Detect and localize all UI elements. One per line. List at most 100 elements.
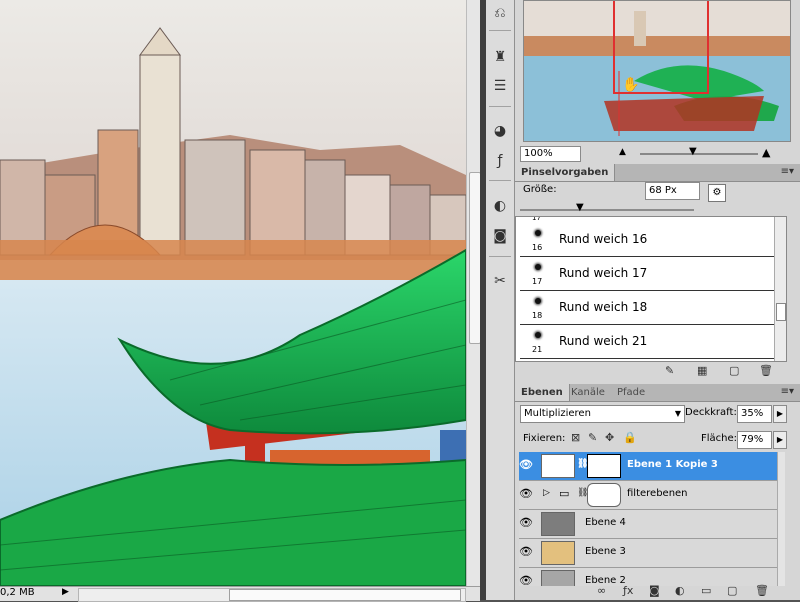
fx-icon[interactable]: ƒx <box>623 584 633 597</box>
folder-icon: ▭ <box>559 487 570 500</box>
brush-size-field[interactable]: 68 Px <box>645 182 700 200</box>
right-panel-dock: ✋ 100% ▲ ▼ ▲ Pinselvorgaben ≡▾ Größe: 68… <box>515 0 800 600</box>
canvas-vertical-scrollbar[interactable] <box>466 0 481 586</box>
layers-tabbar: Ebenen Kanäle Pfade ≡▾ <box>515 384 800 402</box>
tool-presets-icon[interactable]: ✂ <box>488 270 512 292</box>
layer-name: Ebene 1 Kopie 3 <box>627 459 718 470</box>
chevron-down-icon: ▼ <box>674 409 681 418</box>
tab-paths[interactable]: Pfade <box>611 384 651 401</box>
status-bar: 0,2 MB ▶ <box>0 586 480 602</box>
opacity-flyout-icon[interactable]: ▶ <box>773 405 787 423</box>
lock-label: Fixieren: <box>523 433 566 444</box>
navigator-thumbnail <box>524 1 790 141</box>
brush-preset-item[interactable]: 18 Rund weich 18 <box>520 291 776 325</box>
horizontal-scroll-thumb[interactable] <box>229 589 461 601</box>
new-group-icon[interactable]: ▭ <box>701 584 711 597</box>
brush-size-slider[interactable] <box>520 209 694 211</box>
visibility-eye-icon[interactable]: 👁 <box>518 457 534 473</box>
tab-layers[interactable]: Ebenen <box>515 384 570 401</box>
lock-transparency-icon[interactable]: ⊠ <box>571 431 580 444</box>
adjustment-layer-icon[interactable]: ◐ <box>675 584 685 597</box>
adjustments-icon[interactable]: ◐ <box>488 195 512 217</box>
brush-tip-icon <box>535 230 541 236</box>
lock-all-icon[interactable]: 🔒 <box>623 431 637 444</box>
blend-mode-select[interactable]: Multiplizieren ▼ <box>520 405 685 423</box>
layer-row[interactable]: 👁 Ebene 4 <box>519 510 777 539</box>
tab-channels[interactable]: Kanäle <box>565 384 611 401</box>
actions-icon[interactable]: ☰ <box>488 75 512 97</box>
layer-mask-thumbnail[interactable] <box>587 454 621 478</box>
zoom-slider-thumb[interactable]: ▼ <box>689 146 697 157</box>
brush-tip-icon <box>535 298 541 304</box>
layer-name: filterebenen <box>627 488 688 499</box>
layer-list: 👁 ⛓ Ebene 1 Kopie 3 👁 ▷ ▭ ⛓ filterebenen… <box>515 452 785 586</box>
tab-brush-presets[interactable]: Pinselvorgaben <box>515 164 616 181</box>
visibility-eye-icon[interactable]: 👁 <box>518 515 534 531</box>
layer-row[interactable]: 👁 Ebene 2 <box>519 568 777 586</box>
blend-mode-value: Multiplizieren <box>524 408 591 419</box>
fill-field[interactable]: 79% <box>737 431 772 449</box>
layer-row[interactable]: 👁 Ebene 3 <box>519 539 777 568</box>
styles-palette-icon[interactable]: ◕ <box>488 120 512 142</box>
navigator-preview[interactable]: ✋ <box>523 0 791 142</box>
link-layers-icon[interactable]: ∞ <box>597 584 606 597</box>
layer-thumbnail <box>541 512 575 536</box>
group-mask-thumbnail[interactable] <box>587 483 621 507</box>
opacity-label: Deckkraft: <box>685 407 737 418</box>
brush-preset-name: Rund weich 16 <box>559 232 648 246</box>
brush-preset-item[interactable]: 21 Rund weich 21 <box>520 325 776 359</box>
divider <box>489 106 511 107</box>
brush-tool-icon[interactable]: ✎ <box>665 364 674 377</box>
brush-list[interactable]: 17 16 Rund weich 16 17 Rund weich 17 18 … <box>515 216 787 362</box>
visibility-eye-icon[interactable]: 👁 <box>518 544 534 560</box>
clone-source-icon[interactable]: ♜ <box>488 46 512 68</box>
brush-presets-tabbar: Pinselvorgaben ≡▾ <box>515 164 800 182</box>
brush-preset-item[interactable]: 17 Rund weich 17 <box>520 257 776 291</box>
panel-menu-icon[interactable]: ≡▾ <box>781 386 794 397</box>
expand-triangle-icon[interactable]: ▷ <box>543 488 550 498</box>
layer-row[interactable]: 👁 ⛓ Ebene 1 Kopie 3 <box>519 452 777 481</box>
brush-panel-icon[interactable]: ▦ <box>697 364 707 377</box>
lock-position-icon[interactable]: ✥ <box>605 431 614 444</box>
panel-menu-icon[interactable]: ≡▾ <box>781 166 794 177</box>
brush-presets-panel: Pinselvorgaben ≡▾ Größe: 68 Px ⚙ ▼ 17 16… <box>515 164 800 380</box>
document-canvas[interactable] <box>0 0 466 586</box>
brush-tip-icon <box>535 264 541 270</box>
brush-list-scrollbar[interactable] <box>774 217 786 361</box>
add-mask-icon[interactable]: ◙ <box>649 584 660 597</box>
new-layer-icon[interactable]: ▢ <box>727 584 737 597</box>
history-icon[interactable]: ⎌ <box>488 2 512 24</box>
brush-list-scroll-thumb[interactable] <box>776 303 786 321</box>
visibility-eye-icon[interactable]: 👁 <box>518 573 534 586</box>
lock-pixels-icon[interactable]: ✎ <box>588 431 597 444</box>
fill-flyout-icon[interactable]: ▶ <box>773 431 787 449</box>
brush-size-slider-thumb[interactable]: ▼ <box>576 202 584 213</box>
layer-list-scrollbar[interactable] <box>777 452 785 586</box>
layer-group-row[interactable]: 👁 ▷ ▭ ⛓ filterebenen <box>519 481 777 510</box>
divider <box>489 180 511 181</box>
opacity-field[interactable]: 35% <box>737 405 772 423</box>
masks-icon[interactable]: ◙ <box>488 225 512 247</box>
layers-footer: ∞ ƒx ◙ ◐ ▭ ▢ 🗑 <box>515 584 800 600</box>
brush-preset-name: Rund weich 21 <box>559 334 648 348</box>
brush-preset-item[interactable]: 16 Rund weich 16 <box>520 223 776 257</box>
zoom-in-icon[interactable]: ▲ <box>762 146 770 159</box>
brush-size-number: 16 <box>532 243 543 252</box>
visibility-eye-icon[interactable]: 👁 <box>518 486 534 502</box>
brush-preset-name: Rund weich 17 <box>559 266 648 280</box>
fx-icon[interactable]: ƒ <box>488 150 512 172</box>
status-menu-arrow-icon[interactable]: ▶ <box>62 587 69 597</box>
brush-size-number: 18 <box>532 311 543 320</box>
reset-size-icon[interactable]: ⚙ <box>708 184 726 202</box>
trash-icon[interactable]: 🗑 <box>755 584 769 597</box>
trash-icon[interactable]: 🗑 <box>759 364 773 377</box>
divider <box>489 30 511 31</box>
divider <box>489 256 511 257</box>
layer-name: Ebene 4 <box>585 517 626 528</box>
navigator-zoom-field[interactable]: 100% <box>520 146 581 162</box>
new-preset-icon[interactable]: ▢ <box>729 364 739 377</box>
brush-preset-name: Rund weich 18 <box>559 300 648 314</box>
brush-size-number: 17 <box>532 216 541 222</box>
navigator-zoom-slider[interactable] <box>640 153 758 155</box>
zoom-out-icon[interactable]: ▲ <box>619 147 626 157</box>
